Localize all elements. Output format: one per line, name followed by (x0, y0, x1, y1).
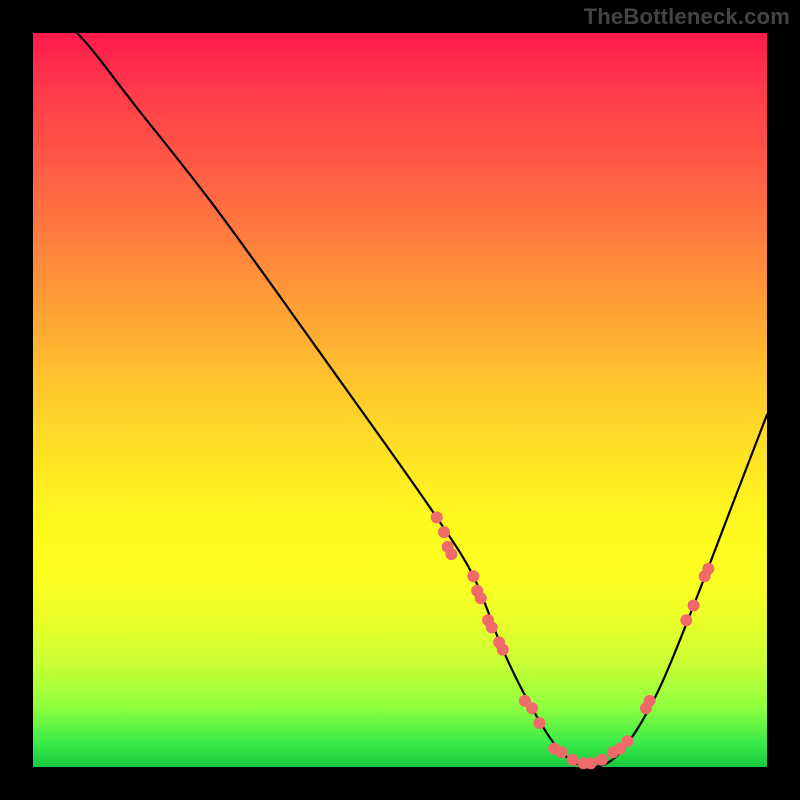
data-dot (475, 592, 487, 604)
data-dot (585, 757, 597, 769)
data-dot (702, 563, 714, 575)
data-dot (438, 526, 450, 538)
data-dot (526, 702, 538, 714)
data-dots (431, 511, 715, 769)
data-dot (644, 695, 656, 707)
data-dot (497, 644, 509, 656)
data-dot (567, 754, 579, 766)
data-dot (445, 548, 457, 560)
curve-svg (33, 33, 767, 767)
data-dot (688, 600, 700, 612)
data-dot (596, 754, 608, 766)
plot-area (33, 33, 767, 767)
data-dot (431, 511, 443, 523)
chart-frame: TheBottleneck.com (0, 0, 800, 800)
bottleneck-curve (33, 4, 767, 767)
watermark-text: TheBottleneck.com (584, 4, 790, 30)
data-dot (622, 735, 634, 747)
data-dot (467, 570, 479, 582)
data-dot (680, 614, 692, 626)
data-dot (534, 717, 546, 729)
data-dot (486, 622, 498, 634)
data-dot (556, 746, 568, 758)
